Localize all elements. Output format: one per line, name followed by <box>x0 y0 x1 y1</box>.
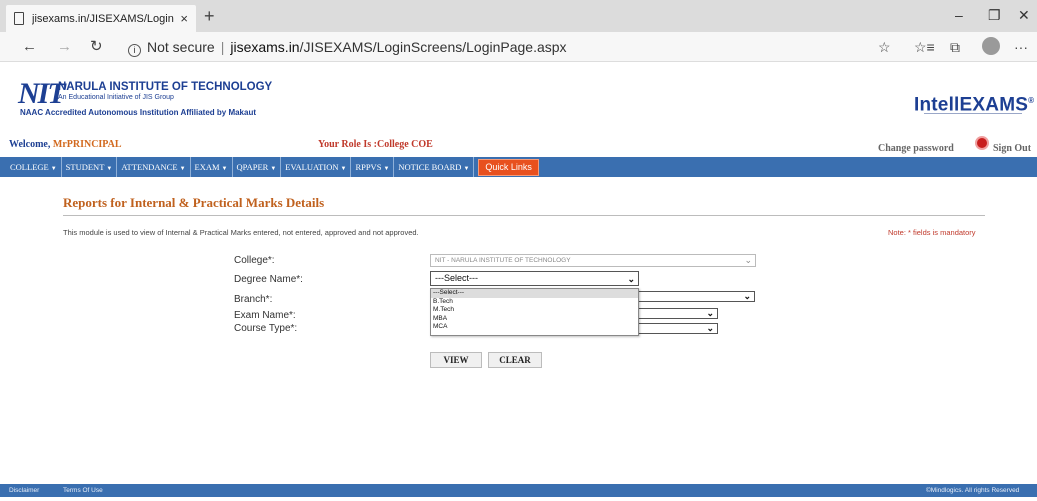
mandatory-note: Note: * fields is mandatory <box>888 228 976 237</box>
url-host: jisexams.in <box>230 39 300 55</box>
nav-exam-label: EXAM <box>194 162 220 172</box>
clear-button[interactable]: CLEAR <box>488 352 542 368</box>
nav-rppvs[interactable]: RPPVS ▼ <box>351 157 395 177</box>
footer: Disclaimer Terms Of Use ©Mindlogics. All… <box>0 484 1037 497</box>
username: MrPRINCIPAL <box>52 139 122 150</box>
chevron-down-icon: ▼ <box>340 166 347 172</box>
module-description: This module is used to view of Internal … <box>63 228 419 237</box>
maximize-icon[interactable]: ❐ <box>988 7 1001 23</box>
browser-tab[interactable]: jisexams.in/JISEXAMS/LoginScre × <box>6 5 196 32</box>
college-label: College*: <box>234 255 275 266</box>
chevron-down-icon: ▼ <box>383 166 390 172</box>
welcome-text: Welcome, MrPRINCIPAL <box>9 139 122 150</box>
collections-icon[interactable]: ⧉ <box>950 39 960 55</box>
institute-subtitle: An Educational Initiative of JIS Group <box>58 94 174 101</box>
tab-title: jisexams.in/JISEXAMS/LoginScre <box>32 12 174 25</box>
nav-qpaper-label: QPAPER <box>236 162 269 172</box>
url-separator: | <box>220 39 225 55</box>
nav-evaluation-label: EVALUATION <box>285 162 339 172</box>
degree-select-value: ---Select--- <box>435 273 478 283</box>
url-field[interactable]: i Not secure | jisexams.in/JISEXAMS/LoginSc… <box>128 38 567 57</box>
main-nav: COLLEGE ▼ STUDENT ▼ ATTENDANCE ▼ EXAM ▼ QPAP… <box>0 157 1037 177</box>
address-bar: ← → ↻ i Not secure | jisexams.in/JISEXAMS/L… <box>0 32 1037 62</box>
sign-out-link[interactable]: Sign Out <box>993 143 1031 154</box>
chevron-down-icon: ▼ <box>50 166 57 172</box>
college-select-value: NIT - NARULA INSTITUTE OF TECHNOLOGY <box>435 257 571 264</box>
terms-link[interactable]: Terms Of Use <box>63 484 103 497</box>
close-window-icon[interactable]: ✕ <box>1018 7 1030 23</box>
title-divider <box>63 215 985 216</box>
chevron-down-icon: ▼ <box>179 166 186 172</box>
chevron-down-icon: ▼ <box>270 166 277 172</box>
brand-underline <box>924 113 1022 114</box>
more-menu-icon[interactable]: ··· <box>1014 39 1028 55</box>
chevron-down-icon: ▼ <box>221 166 228 172</box>
nav-evaluation[interactable]: EVALUATION ▼ <box>281 157 352 177</box>
not-secure-label: Not secure <box>147 39 215 55</box>
favorites-bar-icon[interactable]: ☆≡ <box>914 39 935 55</box>
forward-icon[interactable]: → <box>57 38 72 56</box>
page-icon <box>14 12 24 25</box>
url-path: /JISEXAMS/LoginScreens/LoginPage.aspx <box>299 39 567 55</box>
nav-college[interactable]: COLLEGE ▼ <box>6 157 62 177</box>
chevron-down-icon: ⌄ <box>706 323 714 333</box>
branch-label: Branch*: <box>234 294 273 305</box>
welcome-label: Welcome, <box>9 139 51 150</box>
tab-close-icon[interactable]: × <box>180 11 188 26</box>
page-title: Reports for Internal & Practical Marks D… <box>63 195 325 210</box>
chevron-down-icon: ⌄ <box>706 308 714 318</box>
user-bar: Welcome, MrPRINCIPAL Your Role Is :Colle… <box>0 136 1037 154</box>
nav-student-label: STUDENT <box>65 162 105 172</box>
new-tab-icon[interactable]: + <box>204 6 215 26</box>
nav-rppvs-label: RPPVS <box>355 162 382 172</box>
nav-quick-links[interactable]: Quick Links <box>478 158 539 176</box>
institute-name: NARULA INSTITUTE OF TECHNOLOGY <box>58 81 273 93</box>
nav-notice-board[interactable]: NOTICE BOARD ▼ <box>394 157 475 177</box>
nav-exam[interactable]: EXAM ▼ <box>191 157 233 177</box>
brand-mark: ® <box>1028 96 1035 105</box>
chevron-down-icon: ⌄ <box>627 274 635 284</box>
copyright-text: ©Mindlogics. All rights Reserved <box>926 487 1020 494</box>
minimize-icon[interactable]: – <box>955 7 963 23</box>
power-icon[interactable] <box>975 136 989 150</box>
disclaimer-link[interactable]: Disclaimer <box>9 484 39 497</box>
info-icon[interactable]: i <box>128 44 141 57</box>
nav-student[interactable]: STUDENT ▼ <box>62 157 118 177</box>
nav-college-label: COLLEGE <box>10 162 49 172</box>
refresh-icon[interactable]: ↻ <box>90 38 103 56</box>
nav-qpaper[interactable]: QPAPER ▼ <box>233 157 282 177</box>
course-type-label: Course Type*: <box>234 323 298 334</box>
favorite-star-icon[interactable]: ☆ <box>878 39 891 55</box>
degree-option[interactable]: M.Tech <box>431 306 638 315</box>
college-select[interactable]: NIT - NARULA INSTITUTE OF TECHNOLOGY ⌄ <box>430 254 756 267</box>
exam-name-label: Exam Name*: <box>234 310 296 321</box>
degree-select[interactable]: ---Select--- ⌄ <box>430 271 639 286</box>
nav-attendance[interactable]: ATTENDANCE ▼ <box>117 157 191 177</box>
degree-option[interactable]: B.Tech <box>431 298 638 307</box>
degree-label: Degree Name*: <box>234 274 303 285</box>
chevron-down-icon: ⌄ <box>744 255 752 265</box>
role-text: Your Role Is :College COE <box>318 139 433 150</box>
profile-avatar[interactable] <box>982 37 1000 55</box>
chevron-down-icon: ▼ <box>106 166 113 172</box>
degree-option[interactable]: ---Select--- <box>431 289 638 298</box>
chevron-down-icon: ▼ <box>463 166 470 172</box>
nav-attendance-label: ATTENDANCE <box>121 162 178 172</box>
degree-option[interactable]: MBA <box>431 315 638 324</box>
browser-tab-bar: jisexams.in/JISEXAMS/LoginScre × + – ❐ ✕ <box>0 0 1037 32</box>
degree-dropdown-list: ---Select--- B.Tech M.Tech MBA MCA <box>430 288 639 336</box>
chevron-down-icon: ⌄ <box>743 291 751 301</box>
change-password-link[interactable]: Change password <box>878 143 954 154</box>
degree-option[interactable]: MCA <box>431 323 638 332</box>
nit-logo: NIT <box>18 77 66 110</box>
back-icon[interactable]: ← <box>22 38 37 56</box>
site-header: NIT NARULA INSTITUTE OF TECHNOLOGY An Ed… <box>0 62 1037 136</box>
accreditation-text: NAAC Accredited Autonomous Institution A… <box>20 108 257 117</box>
nav-notice-board-label: NOTICE BOARD <box>398 162 462 172</box>
view-button[interactable]: VIEW <box>430 352 482 368</box>
